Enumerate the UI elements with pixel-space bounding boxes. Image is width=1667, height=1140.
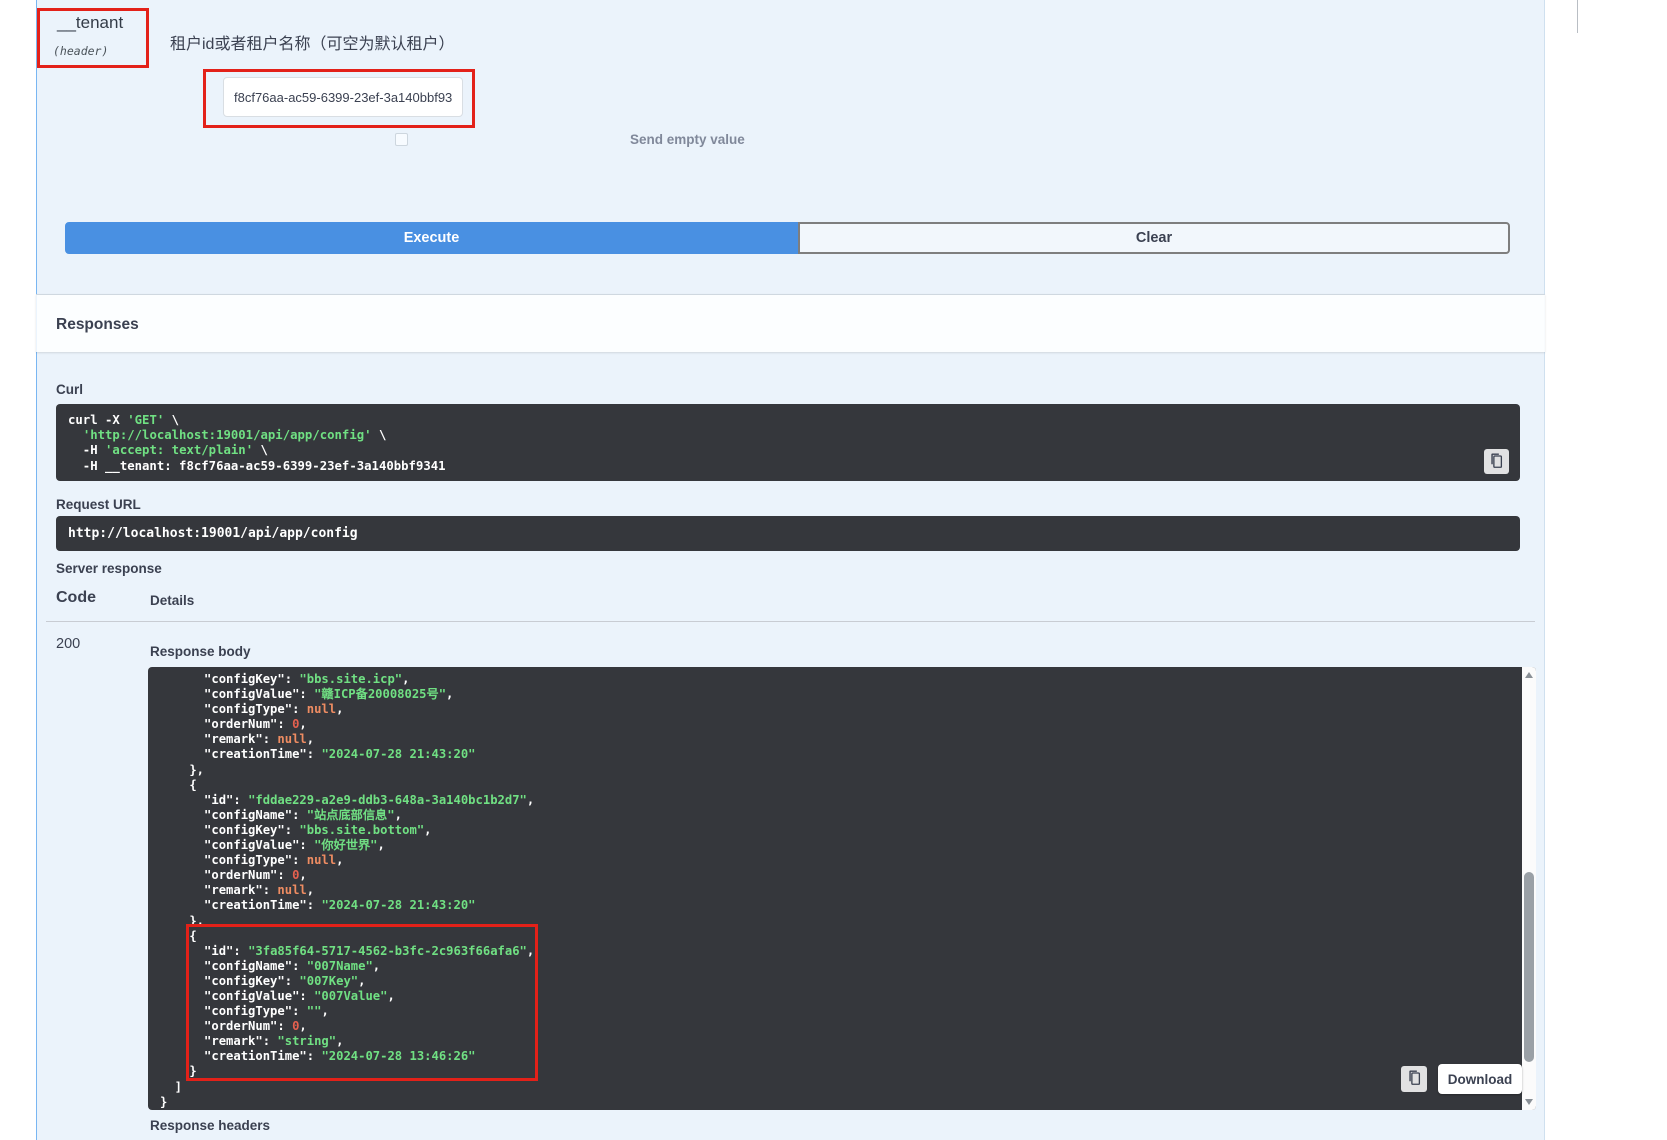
curl-command-text: curl -X 'GET' \ 'http://localhost:19001/… [68,413,1508,474]
curl-command-block: curl -X 'GET' \ 'http://localhost:19001/… [56,404,1520,481]
execute-button[interactable]: Execute [65,222,798,254]
response-body-label: Response body [150,644,251,659]
response-body-json: "configKey": "bbs.site.icp", "configValu… [160,672,1522,1110]
responses-title: Responses [56,316,139,334]
code-column-header: Code [56,589,96,607]
clipboard-icon [1407,1070,1422,1088]
status-code: 200 [56,636,80,652]
top-right-divider [1577,0,1578,33]
clear-button[interactable]: Clear [798,222,1510,254]
response-body-block[interactable]: "configKey": "bbs.site.icp", "configValu… [148,667,1536,1110]
response-table-divider [46,621,1535,622]
swagger-operation-page: __tenant (header) 租户id或者租户名称（可空为默认租户） Se… [0,0,1667,1140]
request-url-block: http://localhost:19001/api/app/config [56,516,1520,551]
response-body-scrollbar[interactable] [1522,667,1536,1110]
scroll-up-arrow-icon[interactable] [1525,672,1533,678]
send-empty-value-checkbox[interactable] [395,133,408,146]
tenant-input[interactable] [223,77,463,117]
download-button[interactable]: Download [1438,1064,1522,1094]
copy-response-button[interactable] [1401,1066,1427,1092]
curl-label: Curl [56,382,83,397]
scroll-down-arrow-icon[interactable] [1525,1099,1533,1105]
clipboard-icon [1489,453,1504,471]
response-headers-label: Response headers [150,1118,270,1133]
send-empty-value-label: Send empty value [630,132,745,147]
request-url-text: http://localhost:19001/api/app/config [68,526,358,541]
parameter-name: __tenant [57,13,123,33]
details-column-header: Details [150,593,194,608]
parameter-location: (header) [53,44,108,58]
request-url-label: Request URL [56,497,141,512]
parameter-description: 租户id或者租户名称（可空为默认租户） [170,30,454,54]
server-response-label: Server response [56,561,162,576]
scrollbar-thumb[interactable] [1524,872,1534,1062]
copy-curl-button[interactable] [1484,449,1509,474]
responses-section-header: Responses [36,294,1545,352]
